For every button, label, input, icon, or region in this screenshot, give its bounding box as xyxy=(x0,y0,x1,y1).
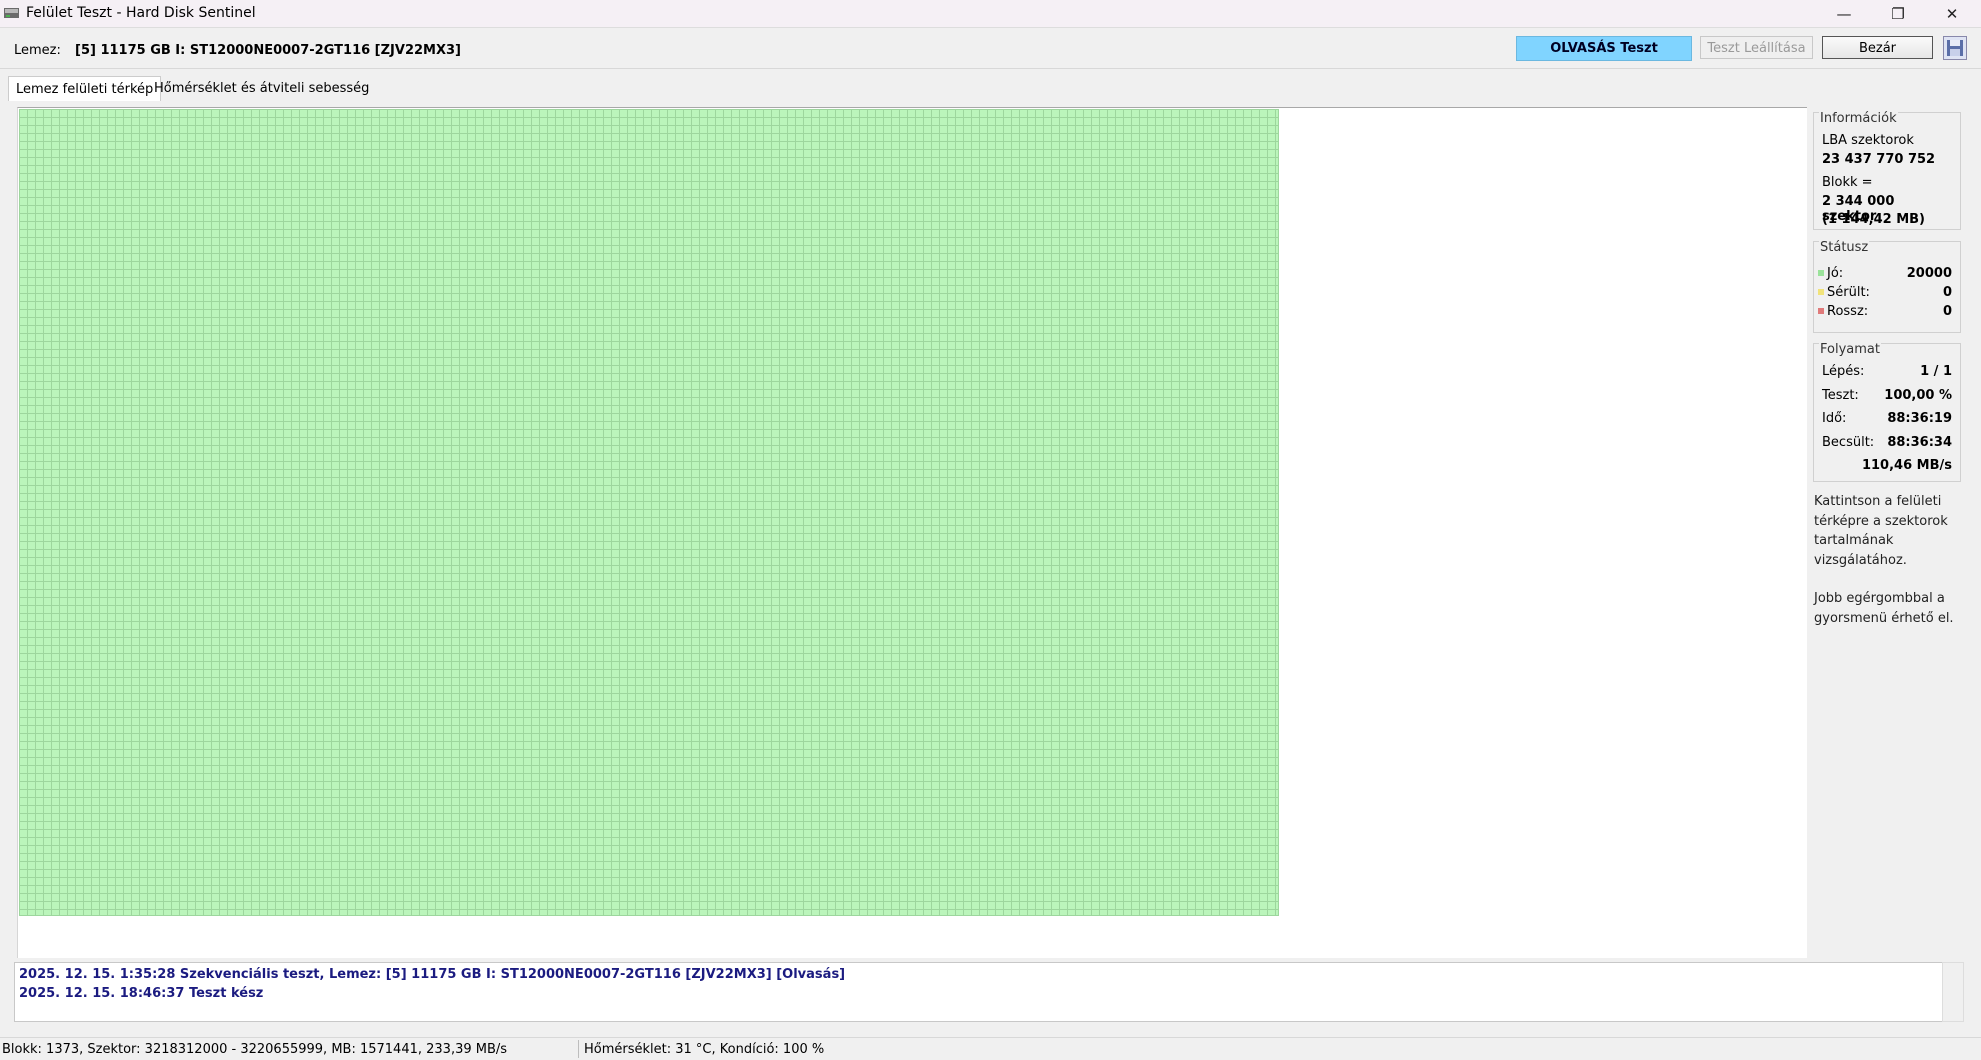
stop-test-button[interactable]: Teszt Leállítása xyxy=(1700,36,1813,59)
title-bar: Felület Teszt - Hard Disk Sentinel — ❐ ✕ xyxy=(0,0,1981,28)
step-label: Lépés: xyxy=(1822,364,1865,379)
close-icon: ✕ xyxy=(1945,4,1959,23)
bad-color-icon xyxy=(1818,308,1824,314)
help-line-4: vizsgálatához. xyxy=(1814,552,1907,568)
progress-group: Folyamat Lépés: 1 / 1 Teszt: 100,00 % Id… xyxy=(1813,342,1961,482)
lba-value: 23 437 770 752 xyxy=(1822,152,1936,167)
surface-map-area[interactable] xyxy=(17,107,1807,958)
status-good-value: 20000 xyxy=(1906,266,1952,281)
log-panel[interactable]: 2025. 12. 15. 1:35:28 Szekvenciális tesz… xyxy=(14,962,1946,1022)
info-group: Információk LBA szektorok 23 437 770 752… xyxy=(1813,111,1961,230)
status-damaged-value: 0 xyxy=(1942,285,1952,300)
floppy-disk-icon xyxy=(1947,40,1963,56)
block-label: Blokk = xyxy=(1822,175,1873,190)
status-good-label: Jó: xyxy=(1827,266,1844,281)
restore-button[interactable]: ❐ xyxy=(1872,0,1924,27)
log-entry: 2025. 12. 15. 18:46:37 Teszt kész xyxy=(19,986,264,1001)
info-title: Információk xyxy=(1819,111,1898,126)
save-button[interactable] xyxy=(1943,36,1967,60)
surface-map-blocks[interactable] xyxy=(19,109,1279,916)
help-line-6: gyorsmenü érhető el. xyxy=(1814,610,1954,626)
restore-icon: ❐ xyxy=(1891,4,1905,23)
window-title: Felület Teszt - Hard Disk Sentinel xyxy=(26,5,256,21)
close-button[interactable]: Bezár xyxy=(1822,36,1933,59)
status-bad-label: Rossz: xyxy=(1827,304,1869,319)
good-color-icon xyxy=(1818,270,1824,276)
disk-label: Lemez: xyxy=(14,43,61,58)
progress-title: Folyamat xyxy=(1819,342,1881,357)
block-info-text: Blokk: 1373, Szektor: 3218312000 - 32206… xyxy=(2,1042,508,1057)
estimated-label: Becsült: xyxy=(1822,435,1875,450)
status-title: Státusz xyxy=(1819,240,1870,255)
status-bad-value: 0 xyxy=(1942,304,1952,319)
status-separator xyxy=(578,1040,579,1058)
time-value: 88:36:19 xyxy=(1887,411,1952,426)
minimize-icon: — xyxy=(1836,4,1852,23)
help-line-5: Jobb egérgombbal a xyxy=(1814,591,1945,606)
disk-name: [5] 11175 GB I: ST12000NE0007-2GT116 [ZJ… xyxy=(75,43,461,58)
time-label: Idő: xyxy=(1822,411,1847,426)
hard-disk-icon xyxy=(4,8,19,18)
tab-surface-map[interactable]: Lemez felületi térkép xyxy=(8,76,162,101)
help-line-3: tartalmának xyxy=(1814,533,1894,548)
log-scrollbar[interactable] xyxy=(1942,962,1964,1022)
block-size: (1 144,42 MB) xyxy=(1822,212,1925,227)
test-mode-badge: OLVASÁS Teszt xyxy=(1516,36,1692,61)
minimize-button[interactable]: — xyxy=(1818,0,1870,27)
help-text: Kattintson a felületi térképre a szektor… xyxy=(1814,492,1964,628)
test-label: Teszt: xyxy=(1822,388,1859,403)
lba-label: LBA szektorok xyxy=(1822,133,1914,148)
speed-value: 110,46 MB/s xyxy=(1861,458,1952,473)
help-line-1: Kattintson a felületi xyxy=(1814,494,1942,509)
log-entry: 2025. 12. 15. 1:35:28 Szekvenciális tesz… xyxy=(19,967,846,982)
status-damaged-label: Sérült: xyxy=(1827,285,1870,300)
temperature-condition-text: Hőmérséklet: 31 °C, Kondíció: 100 % xyxy=(584,1042,825,1057)
damaged-color-icon xyxy=(1818,289,1824,295)
toolbar: Lemez: [5] 11175 GB I: ST12000NE0007-2GT… xyxy=(0,28,1981,69)
help-line-2: térképre a szektorok xyxy=(1814,513,1948,529)
step-value: 1 / 1 xyxy=(1920,364,1952,379)
test-value: 100,00 % xyxy=(1884,388,1952,403)
close-window-button[interactable]: ✕ xyxy=(1926,0,1978,27)
tab-temperature-speed[interactable]: Hőmérséklet és átviteli sebesség xyxy=(147,76,376,101)
status-bar: Blokk: 1373, Szektor: 3218312000 - 32206… xyxy=(0,1037,1981,1060)
estimated-value: 88:36:34 xyxy=(1887,435,1952,450)
status-group: Státusz Jó: 20000 Sérült: 0 Rossz: 0 xyxy=(1813,240,1961,333)
